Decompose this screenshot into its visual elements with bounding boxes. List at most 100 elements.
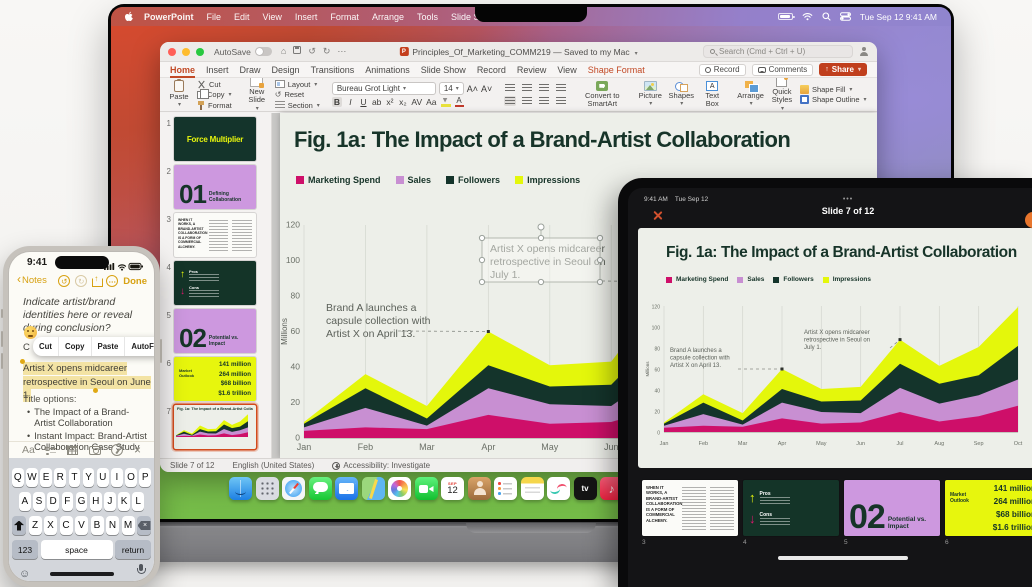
dock-reminders-icon[interactable]	[494, 477, 517, 500]
key-v[interactable]: V	[75, 516, 88, 535]
language-status[interactable]: English (United States)	[232, 461, 314, 470]
tab-animations[interactable]: Animations	[365, 64, 410, 76]
key-m[interactable]: M	[122, 516, 135, 535]
document-title[interactable]: P Principles_Of_Marketing_COMM219 — Save…	[399, 47, 637, 57]
key-l[interactable]: L	[132, 492, 144, 511]
more-options-icon[interactable]	[106, 275, 118, 287]
grow-font-button[interactable]: A˄	[467, 84, 478, 94]
checklist-icon[interactable]	[45, 446, 56, 455]
dock-messages-icon[interactable]	[309, 477, 332, 500]
key-q[interactable]: Q	[12, 468, 24, 487]
key-d[interactable]: D	[47, 492, 59, 511]
dock-launchpad-icon[interactable]	[256, 477, 279, 500]
menu-edit[interactable]: Edit	[234, 12, 250, 22]
tab-insert[interactable]: Insert	[206, 64, 229, 76]
presence-icon[interactable]	[859, 47, 869, 57]
selection-handle-start[interactable]	[20, 359, 25, 364]
tab-view[interactable]: View	[557, 64, 576, 76]
ipad-home-indicator[interactable]	[778, 556, 908, 560]
more-icon[interactable]: ⋯	[337, 46, 346, 57]
backspace-key[interactable]: ×	[137, 516, 151, 535]
dock-maps-icon[interactable]	[362, 477, 385, 500]
context-menu-copy[interactable]: Copy	[59, 337, 92, 356]
format-aa-button[interactable]: Aa	[426, 97, 436, 107]
key-z[interactable]: Z	[29, 516, 42, 535]
key-f[interactable]: F	[62, 492, 74, 511]
convert-smartart-button[interactable]: Convert to SmartArt	[579, 81, 625, 109]
tab-review[interactable]: Review	[517, 64, 547, 76]
emoji-keyboard-icon[interactable]	[19, 564, 30, 581]
zoom-window-button[interactable]	[196, 48, 204, 56]
dock-safari-icon[interactable]	[282, 477, 305, 500]
dock-appletv-icon[interactable]	[574, 477, 597, 500]
reset-button[interactable]: Reset	[275, 90, 320, 99]
indent-increase-button[interactable]	[555, 83, 567, 93]
paste-button[interactable]: Paste	[166, 80, 192, 108]
slide-thumbnail-5[interactable]: 02Potential vs. Impact	[844, 480, 940, 536]
key-y[interactable]: Y	[83, 468, 95, 487]
slide-thumbnail-1[interactable]: Force Multiplier	[174, 117, 256, 161]
key-r[interactable]: R	[54, 468, 66, 487]
font-size-select[interactable]: 14	[439, 82, 464, 95]
layout-button[interactable]: Layout	[275, 80, 320, 89]
slide-counter[interactable]: Slide 7 of 12	[170, 461, 214, 470]
copy-button[interactable]: Copy	[197, 90, 232, 99]
menu-file[interactable]: File	[207, 12, 222, 22]
new-slide-button[interactable]: New Slide	[244, 78, 270, 112]
numbered-list-button[interactable]	[521, 83, 533, 93]
play-button-partial[interactable]	[1025, 212, 1032, 228]
iphone-home-indicator[interactable]	[50, 572, 114, 576]
format-av-button[interactable]: AV	[411, 97, 422, 107]
key-c[interactable]: C	[60, 516, 73, 535]
markup-pencil-icon[interactable]	[111, 444, 123, 456]
menu-arrange[interactable]: Arrange	[372, 12, 404, 22]
close-toolbar-icon[interactable]	[134, 441, 141, 459]
context-menu-paste[interactable]: Paste	[92, 337, 126, 356]
line-spacing-button[interactable]	[555, 96, 567, 106]
format-b-button[interactable]: B	[332, 97, 342, 107]
save-icon[interactable]	[293, 46, 301, 57]
dock-contacts-icon[interactable]	[468, 477, 491, 500]
indent-decrease-button[interactable]	[538, 83, 550, 93]
slide-thumbnail-2[interactable]: 01Defining Collaboration	[174, 165, 256, 209]
arrange-button[interactable]: Arrange	[737, 81, 764, 107]
slide-thumbnail-3[interactable]: WHEN IT WORKS, A BRAND-ARTIST COLLABORAT…	[174, 213, 256, 257]
comments-button[interactable]: Comments	[752, 64, 814, 76]
spotlight-icon[interactable]	[822, 12, 831, 21]
dock-photos-icon[interactable]	[388, 477, 411, 500]
slide-thumbnail-6[interactable]: Market Outlook141 million264 million$68 …	[945, 480, 1032, 536]
picture-button[interactable]: Picture	[637, 81, 663, 107]
redo-icon[interactable]: ↻	[323, 46, 331, 57]
key-t[interactable]: T	[69, 468, 81, 487]
key-h[interactable]: H	[90, 492, 102, 511]
section-button[interactable]: Section	[275, 101, 320, 110]
slide-thumbnail-5[interactable]: 02Potential vs. Impact	[174, 309, 256, 353]
slide-thumbnail-4[interactable]: ProsCons	[174, 261, 256, 305]
slide-thumbnail-3[interactable]: WHEN IT WORKS, A BRAND-ARTIST COLLABORAT…	[642, 480, 738, 536]
return-key[interactable]: return	[115, 540, 151, 559]
context-menu-autofill[interactable]: AutoFill	[125, 337, 154, 356]
format-x--button[interactable]: x₂	[398, 97, 407, 107]
undo-icon[interactable]	[58, 275, 70, 287]
menu-insert[interactable]: Insert	[295, 12, 318, 22]
menu-powerpoint[interactable]: PowerPoint	[144, 12, 194, 22]
format-i-button[interactable]: I	[346, 97, 355, 107]
align-left-button[interactable]	[504, 96, 516, 106]
slide-thumbnail-7[interactable]: Fig. 1a: The Impact of a Brand-Artist Co…	[174, 405, 256, 449]
dock-fitness-icon[interactable]	[547, 477, 570, 500]
undo-icon[interactable]: ↺	[308, 46, 316, 57]
key-e[interactable]: E	[40, 468, 52, 487]
autosave-toggle[interactable]	[255, 47, 272, 56]
dock-notes-icon[interactable]	[521, 477, 544, 500]
format-x--button[interactable]: x²	[385, 97, 394, 107]
note-question-text[interactable]: Indicate artist/brand identities here or…	[23, 296, 149, 335]
minimize-window-button[interactable]	[182, 48, 190, 56]
menu-view[interactable]: View	[263, 12, 282, 22]
autosave-control[interactable]: AutoSave	[214, 47, 272, 57]
close-window-button[interactable]	[168, 48, 176, 56]
table-icon[interactable]	[67, 446, 78, 455]
align-right-button[interactable]	[538, 96, 550, 106]
apple-menu-icon[interactable]	[125, 11, 134, 22]
tab-transitions[interactable]: Transitions	[311, 64, 355, 76]
close-presentation-button[interactable]	[652, 210, 663, 221]
